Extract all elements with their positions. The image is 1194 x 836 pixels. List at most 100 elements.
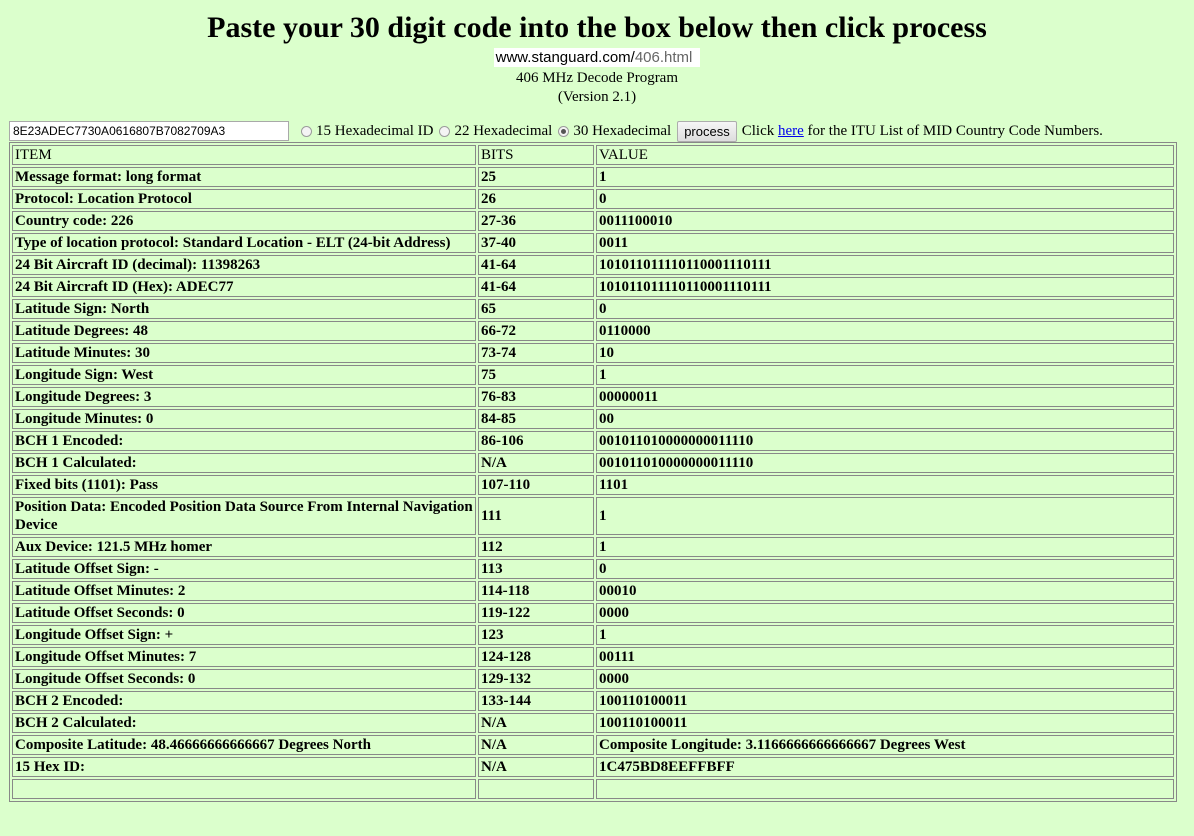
cell-item: Latitude Sign: North: [12, 299, 476, 319]
table-row: Protocol: Location Protocol 26 0: [12, 189, 1174, 209]
cell-value: 1: [596, 625, 1174, 645]
cell-bits: N/A: [478, 713, 594, 733]
table-body: Message format: long format 25 1 Protocol: …: [12, 167, 1174, 799]
cell-item: Longitude Offset Seconds: 0: [12, 669, 476, 689]
cell-bits: 76-83: [478, 387, 594, 407]
cell-value: 101011011110110001110111: [596, 277, 1174, 297]
table-row: BCH 2 Encoded: 133-144 100110100011: [12, 691, 1174, 711]
radio-22-hex-button[interactable]: [439, 125, 451, 137]
url-label: www.stanguard.com/406.html: [493, 48, 701, 67]
cell-item: Fixed bits (1101): Pass: [12, 475, 476, 495]
table-row: Longitude Offset Sign: +123 1: [12, 625, 1174, 645]
cell-bits: 113: [478, 559, 594, 579]
table-header-row: ITEM BITS VALUE: [12, 145, 1174, 165]
table-row: Longitude Offset Minutes: 7 124-128 00111: [12, 647, 1174, 667]
control-row: 15 Hexadecimal ID 22 Hexadecimal 30 Hexa…: [9, 120, 1103, 142]
table-row: Latitude Offset Seconds: 0 119-122 0000: [12, 603, 1174, 623]
table-row: Fixed bits (1101): Pass 107-110 1101: [12, 475, 1174, 495]
radio-15-hex[interactable]: 15 Hexadecimal ID: [301, 123, 433, 140]
header-item: ITEM: [12, 145, 476, 165]
cell-value: 0: [596, 189, 1174, 209]
table-row: Latitude Degrees: 48 66-72 0110000: [12, 321, 1174, 341]
table-row: Message format: long format 25 1: [12, 167, 1174, 187]
radio-22-hex[interactable]: 22 Hexadecimal: [439, 123, 552, 140]
cell-bits: 86-106: [478, 431, 594, 451]
table-row: Longitude Offset Seconds: 0 129-132 0000: [12, 669, 1174, 689]
cell-value: 0110000: [596, 321, 1174, 341]
cell-value: 0011: [596, 233, 1174, 253]
cell-bits: 124-128: [478, 647, 594, 667]
table-row-empty: [12, 779, 1174, 799]
cell-value: 0: [596, 559, 1174, 579]
radio-22-hex-label: 22 Hexadecimal: [454, 122, 553, 139]
cell-bits: 112: [478, 537, 594, 557]
cell-value: 001011010000000011110: [596, 453, 1174, 473]
table-row: Country code: 226 27-36 0011100010: [12, 211, 1174, 231]
cell-item: BCH 2 Encoded:: [12, 691, 476, 711]
cell-value: 0011100010: [596, 211, 1174, 231]
cell-bits: 84-85: [478, 409, 594, 429]
table-row: Composite Latitude: 48.46666666666667 De…: [12, 735, 1174, 755]
cell-value: 1: [596, 365, 1174, 385]
cell-bits: N/A: [478, 453, 594, 473]
cell-item: Position Data: Encoded Position Data Sou…: [12, 497, 476, 535]
cell-item: Latitude Offset Seconds: 0: [12, 603, 476, 623]
cell-value: 1: [596, 167, 1174, 187]
table-row: Longitude Minutes: 0 84-85 00: [12, 409, 1174, 429]
cell-item: Composite Latitude: 48.46666666666667 De…: [12, 735, 476, 755]
decode-table: ITEM BITS VALUE Message format: long for…: [9, 142, 1177, 802]
url-path: 406.html: [634, 49, 693, 66]
cell-bits: 66-72: [478, 321, 594, 341]
cell-item: BCH 1 Encoded:: [12, 431, 476, 451]
cell-bits: 129-132: [478, 669, 594, 689]
table-row: Position Data: Encoded Position Data Sou…: [12, 497, 1174, 535]
cell-value: 0000: [596, 603, 1174, 623]
cell-empty: [12, 779, 476, 799]
radio-30-hex[interactable]: 30 Hexadecimal: [558, 123, 671, 140]
cell-value: 1C475BD8EEFFBFF: [596, 757, 1174, 777]
cell-bits: 75: [478, 365, 594, 385]
cell-bits: 25: [478, 167, 594, 187]
cell-bits: 114-118: [478, 581, 594, 601]
page-header: Paste your 30 digit code into the box be…: [0, 0, 1194, 107]
radio-30-hex-button[interactable]: [558, 125, 570, 137]
table-row: Latitude Offset Sign: -113 0: [12, 559, 1174, 579]
itu-list-text: for the ITU List of MID Country Code Num…: [807, 122, 1103, 139]
cell-value: 101011011110110001110111: [596, 255, 1174, 275]
radio-15-hex-label: 15 Hexadecimal ID: [316, 122, 434, 139]
process-button[interactable]: process: [677, 120, 737, 142]
table-row: Aux Device: 121.5 MHz homer 112 1: [12, 537, 1174, 557]
table-row: BCH 2 Calculated: N/A 100110100011: [12, 713, 1174, 733]
program-version: (Version 2.1): [557, 89, 637, 105]
table-row: 24 Bit Aircraft ID (Hex): ADEC77 41-64 101…: [12, 277, 1174, 297]
table-row: Latitude Offset Minutes: 2 114-118 00010: [12, 581, 1174, 601]
radio-15-hex-button[interactable]: [301, 125, 312, 137]
header-bits: BITS: [478, 145, 594, 165]
table-row: Type of location protocol: Standard Loca…: [12, 233, 1174, 253]
code-input[interactable]: [9, 121, 289, 141]
cell-bits: 27-36: [478, 211, 594, 231]
cell-item: Protocol: Location Protocol: [12, 189, 476, 209]
page-title: Paste your 30 digit code into the box be…: [207, 11, 987, 44]
program-name: 406 MHz Decode Program: [515, 70, 679, 86]
cell-bits: 119-122: [478, 603, 594, 623]
cell-bits: 41-64: [478, 277, 594, 297]
here-link[interactable]: here: [778, 123, 804, 140]
table-row: BCH 1 Encoded: 86-106 00101101000000001111…: [12, 431, 1174, 451]
cell-item: Longitude Degrees: 3: [12, 387, 476, 407]
cell-bits: 26: [478, 189, 594, 209]
cell-bits: N/A: [478, 757, 594, 777]
cell-item: Latitude Offset Minutes: 2: [12, 581, 476, 601]
cell-item: Longitude Minutes: 0: [12, 409, 476, 429]
cell-value: 1101: [596, 475, 1174, 495]
cell-item: Aux Device: 121.5 MHz homer: [12, 537, 476, 557]
cell-value: 0: [596, 299, 1174, 319]
cell-bits: 65: [478, 299, 594, 319]
url-domain: www.stanguard.com/: [495, 49, 635, 66]
cell-bits: 37-40: [478, 233, 594, 253]
cell-value: 100110100011: [596, 713, 1174, 733]
cell-value: 00: [596, 409, 1174, 429]
cell-bits: 107-110: [478, 475, 594, 495]
header-value: VALUE: [596, 145, 1174, 165]
click-text: Click: [741, 122, 775, 139]
